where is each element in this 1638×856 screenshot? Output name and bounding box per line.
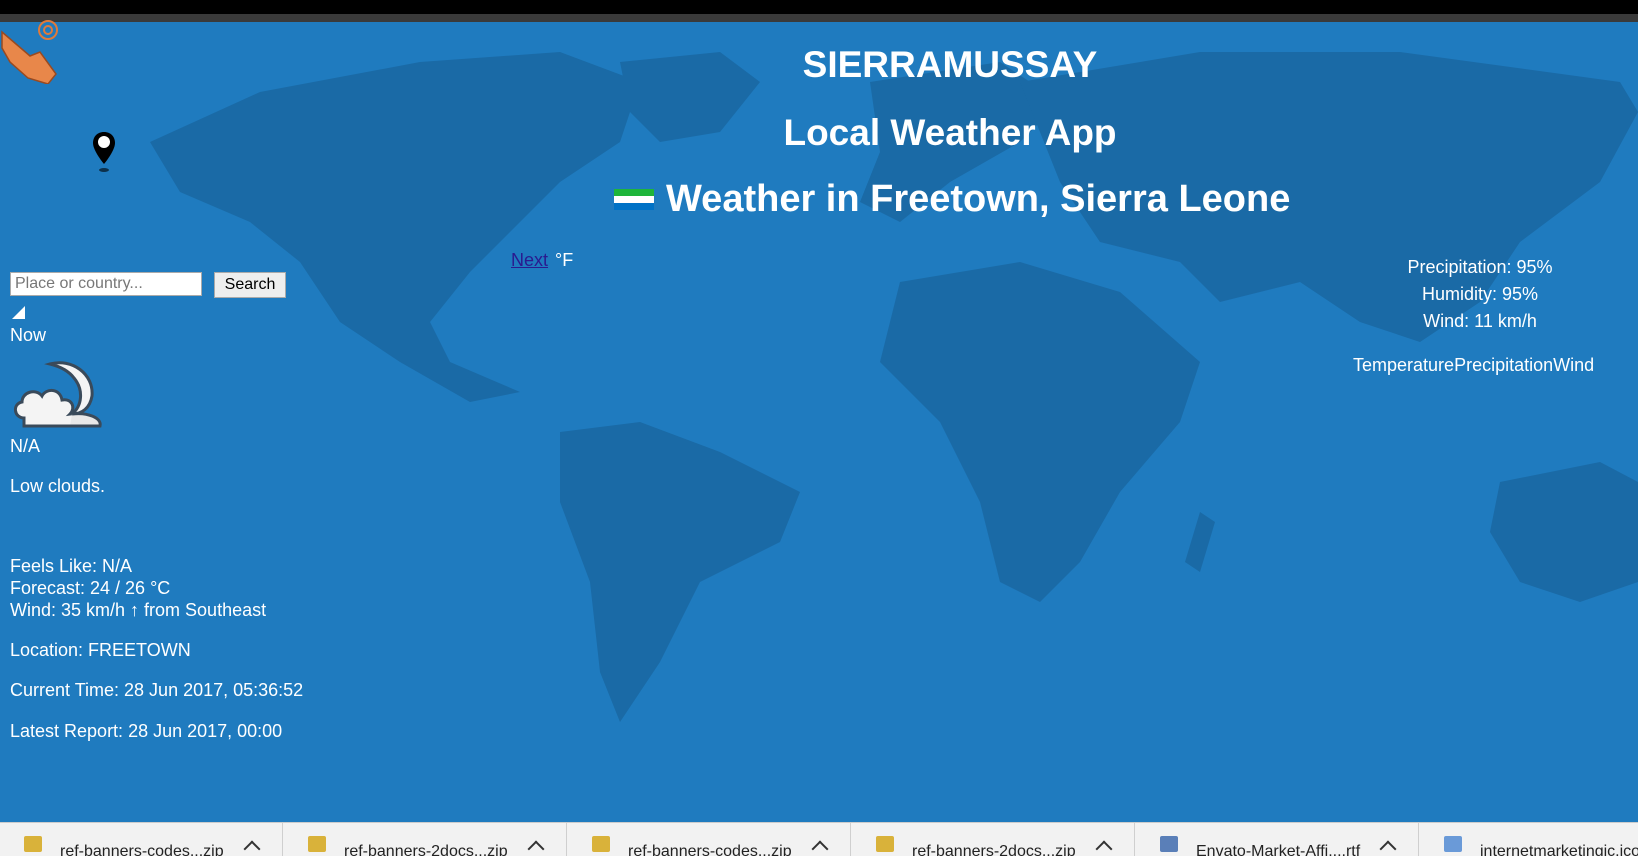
weather-description: Low clouds. xyxy=(10,476,106,496)
temperature-value: N/A xyxy=(10,436,41,456)
download-item[interactable]: ref-banners-2docs...zip xyxy=(284,823,567,856)
zip-icon xyxy=(24,836,42,852)
download-name: ref-banners-2docs...zip xyxy=(344,843,508,856)
chevron-up-icon[interactable] xyxy=(243,840,261,856)
forecast-range: Forecast: 24 / 26 °C xyxy=(10,578,171,598)
expand-triangle-icon[interactable] xyxy=(12,306,25,319)
image-icon xyxy=(1444,836,1462,852)
download-item[interactable]: internetmarketingic.ico xyxy=(1420,823,1638,856)
hand-cursor-icon xyxy=(1,20,58,84)
download-item[interactable]: ref-banners-2docs...zip xyxy=(852,823,1135,856)
chevron-up-icon[interactable] xyxy=(1379,840,1397,856)
download-item[interactable]: ref-banners-codes...zip xyxy=(568,823,851,856)
location-label: Location: FREETOWN xyxy=(10,640,191,660)
document-icon xyxy=(1160,836,1178,852)
chart-tabs: TemperaturePrecipitationWind xyxy=(1353,355,1594,376)
sierra-leone-flag-icon xyxy=(614,188,654,211)
weather-stats: Precipitation: 95% Humidity: 95% Wind: 1… xyxy=(1300,254,1638,335)
current-time: Current Time: 28 Jun 2017, 05:36:52 xyxy=(10,680,304,700)
tab-wind[interactable]: Wind xyxy=(1553,355,1594,375)
site-title: SIERRAMUSSAY xyxy=(802,44,1098,85)
humidity-stat: Humidity: 95% xyxy=(1421,284,1539,304)
chevron-up-icon[interactable] xyxy=(527,840,545,856)
africa-shape xyxy=(880,262,1200,602)
download-name: ref-banners-codes...zip xyxy=(628,843,792,856)
download-name: internetmarketingic.ico xyxy=(1480,843,1638,856)
fahrenheit-toggle[interactable]: °F xyxy=(555,250,573,271)
download-name: Envato-Market-Affi....rtf xyxy=(1196,843,1361,856)
now-label: Now xyxy=(10,325,47,345)
wind-detail: Wind: 35 km/h ↑ from Southeast xyxy=(10,600,267,620)
precipitation-stat: Precipitation: 95% xyxy=(1407,257,1553,277)
zip-icon xyxy=(592,836,610,852)
download-item[interactable]: Envato-Market-Affi....rtf xyxy=(1136,823,1419,856)
browser-top-bar xyxy=(0,0,1638,22)
app-title: Local Weather App xyxy=(783,112,1117,153)
top-bar-strip xyxy=(0,14,1638,22)
madagascar-shape xyxy=(1185,512,1215,572)
weather-location-title: Weather in Freetown, Sierra Leone xyxy=(666,178,1291,220)
weather-heading: Weather in Freetown, Sierra Leone xyxy=(614,178,1290,221)
download-item[interactable]: ref-banners-codes...zip xyxy=(0,823,283,856)
feels-like: Feels Like: N/A xyxy=(10,556,133,576)
downloads-bar: ref-banners-codes...zip ref-banners-2doc… xyxy=(0,822,1638,856)
latest-report: Latest Report: 28 Jun 2017, 00:00 xyxy=(10,721,283,741)
north-america-shape xyxy=(150,52,640,402)
chevron-up-icon[interactable] xyxy=(811,840,829,856)
zip-icon xyxy=(308,836,326,852)
location-pin-icon xyxy=(93,132,115,172)
search-button[interactable]: Search xyxy=(214,272,286,298)
australia-shape xyxy=(1490,462,1638,602)
moon-cloud-icon xyxy=(14,361,102,428)
zip-icon xyxy=(876,836,894,852)
download-name: ref-banners-2docs...zip xyxy=(912,843,1076,856)
download-name: ref-banners-codes...zip xyxy=(60,843,224,856)
wind-stat: Wind: 11 km/h xyxy=(1423,311,1537,331)
tab-precipitation[interactable]: Precipitation xyxy=(1454,355,1553,375)
next-link[interactable]: Next xyxy=(511,250,548,271)
search-input[interactable] xyxy=(10,272,202,296)
south-america-shape xyxy=(560,422,800,722)
chevron-up-icon[interactable] xyxy=(1095,840,1113,856)
tab-temperature[interactable]: Temperature xyxy=(1353,355,1454,375)
